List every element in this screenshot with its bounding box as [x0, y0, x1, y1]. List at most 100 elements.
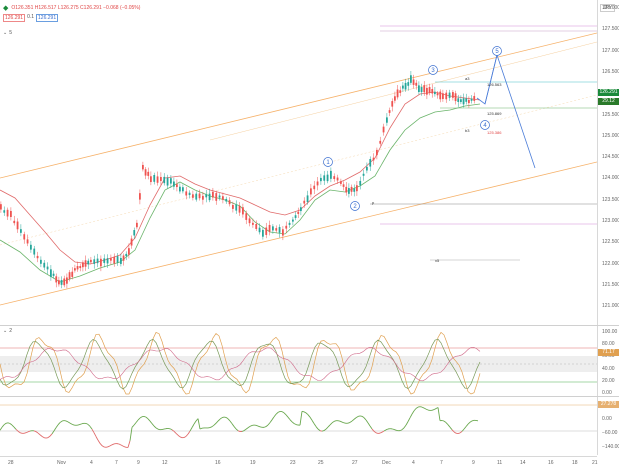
price-panel[interactable]: 1 2 3 4 5 a3 b3 p x5 126.563 125.869 125…: [0, 0, 597, 325]
candle-body: [442, 93, 444, 99]
momentum-segment: [58, 423, 60, 425]
stochastic-chart[interactable]: [0, 326, 597, 396]
momentum-segment: [128, 441, 130, 448]
candle-body: [235, 205, 237, 211]
candle-body: [145, 169, 147, 175]
candle-body: [55, 276, 57, 282]
momentum-segment: [56, 425, 58, 428]
annotation-x5: x5: [435, 258, 440, 263]
price-axis-tick: 121.000: [602, 303, 619, 309]
candle-body: [142, 165, 144, 169]
candle-body: [295, 215, 297, 218]
momentum-segment: [198, 419, 200, 429]
osc-current-tag: 71.17: [598, 349, 619, 356]
candle-body: [195, 194, 197, 200]
momentum-segment: [212, 425, 214, 426]
momentum-segment: [246, 428, 248, 430]
momentum-segment: [312, 420, 314, 423]
momentum-segment: [278, 411, 280, 412]
candle-body: [275, 228, 277, 231]
momentum-segment: [180, 437, 182, 438]
momentum-segment: [10, 423, 12, 425]
momentum-segment: [330, 423, 332, 425]
momentum-segment: [470, 421, 472, 422]
momentum-segment: [450, 427, 452, 430]
wave-labels: 1 2 3 4 5: [324, 47, 502, 211]
candle-body: [3, 210, 5, 212]
candlestick-chart[interactable]: 1 2 3 4 5 a3 b3 p x5 126.563 125.869 125…: [0, 0, 597, 325]
momentum-segment: [442, 421, 444, 422]
price-axis[interactable]: 128.000127.500127.000126.500126.000125.5…: [597, 0, 619, 325]
oscillator-panel[interactable]: ⌄ 2: [0, 326, 597, 396]
price-axis-tick: 121.500: [602, 282, 619, 288]
momentum-segment: [132, 425, 134, 427]
momentum-panel[interactable]: [0, 397, 597, 455]
candle-body: [434, 92, 436, 94]
candle-body: [313, 186, 315, 189]
candle-body: [423, 85, 425, 92]
current-price-tag: 126.291: [598, 89, 619, 96]
candle-body: [125, 254, 127, 256]
momentum-segment: [238, 431, 240, 432]
candle-body: [376, 150, 378, 155]
candle-body: [379, 141, 381, 144]
momentum-segment: [308, 415, 310, 418]
momentum-segment: [72, 424, 74, 425]
price-axis-tick: 124.500: [602, 154, 619, 160]
collapse-icon[interactable]: ⌄: [3, 328, 7, 334]
candle-body: [128, 248, 130, 254]
momentum-segment: [170, 429, 172, 430]
momentum-segment: [236, 429, 238, 431]
momentum-segment: [342, 422, 344, 423]
price-axis-tick: 125.000: [602, 133, 619, 139]
momentum-segment: [2, 425, 4, 427]
time-axis-tick: 28: [8, 460, 14, 466]
annotation-a3: a3: [465, 76, 470, 81]
time-axis-tick: 9: [472, 460, 475, 466]
time-axis-tick: 12: [162, 460, 168, 466]
time-axis-tick: 9: [137, 460, 140, 466]
time-axis-tick: 27: [352, 460, 358, 466]
momentum-segment: [454, 432, 456, 433]
momentum-segment: [364, 418, 366, 420]
level-label-b: 125.869: [487, 111, 502, 116]
time-axis-tick: 7: [115, 460, 118, 466]
candle-body: [405, 83, 407, 90]
momentum-segment: [402, 428, 404, 430]
candle-body: [279, 227, 281, 233]
price-axis-tick: 127.000: [602, 48, 619, 54]
oscillator-axis[interactable]: 100.0080.0060.0040.0020.000.00: [597, 326, 619, 396]
momentum-segment: [0, 427, 2, 430]
candle-body: [66, 277, 68, 283]
momentum-segment: [176, 433, 178, 435]
momentum-segment: [214, 423, 216, 425]
candle-body: [421, 87, 423, 92]
candle-body: [353, 189, 355, 192]
candle-body: [37, 256, 39, 258]
time-axis-tick: 25: [318, 460, 324, 466]
momentum-segment: [422, 407, 424, 408]
momentum-segment: [86, 423, 88, 424]
time-axis[interactable]: 28Nov479121619232527Dec4791114161821: [0, 456, 597, 472]
momentum-segment: [234, 426, 236, 428]
candle-body: [471, 99, 473, 101]
momentum-segment: [88, 424, 90, 426]
osc-legend[interactable]: ⌄ 2: [3, 328, 12, 334]
time-axis-tick: 23: [290, 460, 296, 466]
candle-body: [269, 225, 271, 232]
candle-body: [415, 83, 417, 86]
momentum-segment: [264, 427, 266, 428]
ma-red: [0, 92, 480, 264]
candle-body: [363, 174, 365, 176]
momentum-chart[interactable]: [0, 397, 597, 455]
momentum-segment: [186, 434, 188, 436]
ma-green: [0, 104, 480, 282]
momentum-segment: [144, 416, 146, 417]
candle-body: [449, 93, 451, 98]
momentum-segment: [290, 420, 292, 422]
momentum-segment: [118, 444, 120, 445]
osc-axis-tick: 20.00: [602, 378, 615, 384]
candle-body: [402, 86, 404, 89]
candle-body: [50, 269, 52, 277]
candle-body: [356, 185, 358, 191]
